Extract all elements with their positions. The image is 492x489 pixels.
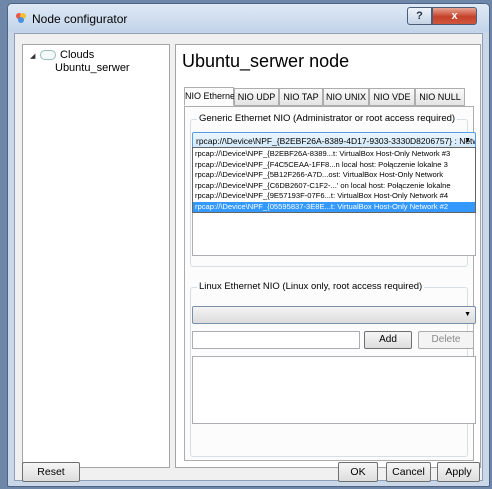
help-button[interactable]: ? — [407, 7, 432, 25]
tab-nio-null[interactable]: NIO NULL — [415, 88, 465, 106]
linux-ethernet-label: Linux Ethernet NIO (Linux only, root acc… — [197, 281, 425, 292]
node-title: Ubuntu_serwer node — [182, 51, 350, 71]
linux-nio-list[interactable] — [192, 356, 476, 424]
tab-nio-ethernet-page: Generic Ethernet NIO (Administrator or r… — [184, 106, 476, 461]
dropdown-option[interactable]: rpcap://\Device\NPF_{C6DB2607-C1F2-...' … — [193, 181, 475, 192]
tab-nio-tap[interactable]: NIO TAP — [279, 88, 323, 106]
linux-interface-combo[interactable]: ▼ — [192, 306, 476, 324]
generic-interface-dropdown[interactable]: rpcap://\Device\NPF_{B2EBF26A-8389...t: … — [192, 147, 476, 213]
expand-arrow-icon[interactable]: ◢ — [30, 52, 40, 60]
dropdown-option[interactable]: rpcap://\Device\NPF_{5B12F266-A7D...ost:… — [193, 170, 475, 181]
ok-button[interactable]: OK — [338, 462, 378, 482]
apply-button[interactable]: Apply — [437, 462, 480, 482]
reset-button[interactable]: Reset — [22, 462, 80, 482]
node-configurator-window: Node configurator ? x ◢ Clouds Ubuntu_ser… — [7, 3, 490, 487]
delete-button[interactable]: Delete — [418, 331, 474, 349]
node-settings-panel: Ubuntu_serwer node Generic Ethernet NIO … — [175, 44, 481, 468]
linux-ethernet-group: Linux Ethernet NIO (Linux only, root acc… — [190, 281, 476, 457]
dropdown-option-highlighted[interactable]: rpcap://\Device\NPF_{05595837-3E8E...t: … — [193, 201, 475, 212]
tab-nio-unix[interactable]: NIO UNIX — [323, 88, 369, 106]
close-button[interactable]: x — [432, 7, 477, 25]
tab-nio-udp[interactable]: NIO UDP — [234, 88, 279, 106]
cancel-button[interactable]: Cancel — [386, 462, 431, 482]
dropdown-option[interactable]: rpcap://\Device\NPF_{9E57193F-07F6...t: … — [193, 191, 475, 202]
generic-ethernet-group: Generic Ethernet NIO (Administrator or r… — [190, 113, 476, 267]
tree-item-label: Clouds — [60, 49, 95, 61]
title-bar[interactable]: Node configurator ? x — [8, 4, 489, 32]
tree-item-clouds[interactable]: ◢ Clouds — [30, 49, 94, 61]
tree-item-ubuntu-serwer[interactable]: Ubuntu_serwer — [55, 62, 130, 74]
generic-ethernet-label: Generic Ethernet NIO (Administrator or r… — [197, 113, 458, 124]
close-icon: x — [451, 10, 458, 22]
help-icon: ? — [416, 10, 423, 22]
tab-nio-vde[interactable]: NIO VDE — [369, 88, 415, 106]
tab-nio-ethernet[interactable]: NIO Ethernet — [184, 87, 238, 106]
node-tree[interactable]: ◢ Clouds Ubuntu_serwer — [22, 44, 170, 468]
app-icon — [16, 13, 26, 23]
add-button[interactable]: Add — [364, 331, 412, 349]
dialog-client: ◢ Clouds Ubuntu_serwer Ubuntu_serwer node… — [14, 33, 483, 482]
cloud-icon — [40, 50, 56, 61]
chevron-down-icon: ▼ — [464, 311, 471, 318]
window-title: Node configurator — [32, 12, 128, 26]
dropdown-option[interactable]: rpcap://\Device\NPF_{B2EBF26A-8389...t: … — [193, 149, 475, 160]
tree-item-label: Ubuntu_serwer — [55, 62, 130, 74]
dropdown-option[interactable]: rpcap://\Device\NPF_{F4C5CEAA-1FF8...n l… — [193, 160, 475, 171]
generic-interface-value: rpcap://\Device\NPF_{B2EBF26A-8389-4D17-… — [196, 136, 476, 146]
linux-interface-input[interactable] — [192, 331, 360, 349]
